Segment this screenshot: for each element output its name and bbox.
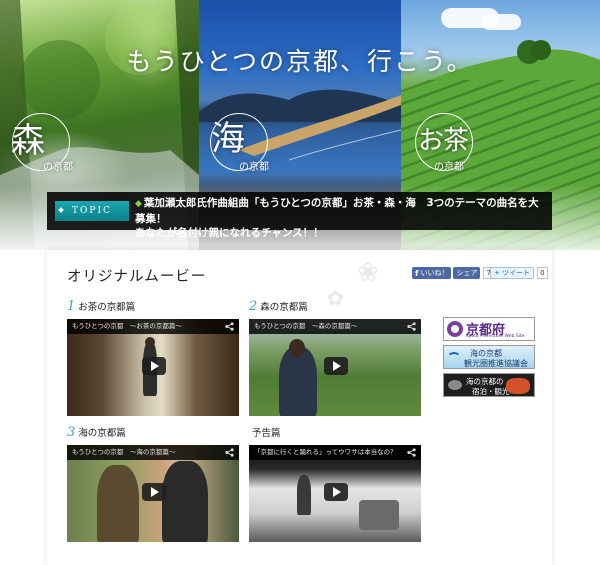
fish-icon — [448, 380, 462, 390]
share-icon[interactable] — [407, 448, 416, 457]
facebook-share-button[interactable]: シェア — [453, 267, 481, 279]
tweet-count: 0 — [537, 267, 548, 279]
video-player-trailer[interactable]: 「京都に行くと踊れる」ってウワサは本当なの？ — [249, 445, 421, 542]
video-heading: 1 お茶の京都篇 — [67, 300, 239, 314]
video-player-tea[interactable]: もうひとつの京都 ～お茶の京都篇～ — [67, 319, 239, 416]
video-number: 2 — [249, 299, 258, 314]
play-icon[interactable] — [324, 357, 348, 375]
share-icon[interactable] — [407, 322, 416, 331]
video-title-bar[interactable]: もうひとつの京都 ～お茶の京都篇～ — [67, 319, 239, 334]
twitter-widget: ✦ ツイート 0 — [490, 267, 548, 279]
video-player-forest[interactable]: もうひとつの京都 ～森の京都篇～ — [249, 319, 421, 416]
video-title-bar[interactable]: もうひとつの京都 ～海の京都篇～ — [67, 445, 239, 460]
floral-ornament-icon: ❀ — [357, 258, 379, 288]
tourism-line-2: 観光圏推進協議会 — [464, 359, 528, 368]
sea-tourism-banner[interactable]: 海の京都 観光圏推進協議会 — [443, 345, 535, 369]
video-heading-label: お茶の京都篇 — [78, 302, 136, 313]
kyoto-prefecture-banner[interactable]: 京都府 Kyoto Prefecture Web Site — [443, 317, 535, 341]
video-number: 1 — [67, 299, 76, 314]
video-title[interactable]: 「京都に行くと踊れる」ってウワサは本当なの？ — [254, 445, 404, 460]
crab-icon — [506, 378, 530, 394]
share-icon[interactable] — [225, 322, 234, 331]
video-heading-label: 予告篇 — [252, 428, 281, 439]
video-card-forest: 2 森の京都篇 もうひとつの京都 ～森の京都篇～ — [249, 300, 421, 416]
hero-banner: もうひとつの京都、行こう。 森 の京都 海 の京都 お茶 の京都 TOPIC ◆… — [0, 0, 600, 250]
video-player-sea[interactable]: もうひとつの京都 ～海の京都篇～ — [67, 445, 239, 542]
tea-theme-subtitle: の京都 — [434, 162, 464, 173]
video-heading-label: 海の京都篇 — [78, 428, 126, 439]
video-heading: 3 海の京都篇 — [67, 426, 239, 440]
play-icon[interactable] — [142, 357, 166, 375]
video-card-trailer: 予告篇 「京都に行くと踊れる」ってウワサは本当なの？ — [249, 426, 421, 542]
sea-lodging-banner[interactable]: 海の京都の 宿泊・観光 — [443, 373, 535, 397]
video-title[interactable]: もうひとつの京都 ～海の京都篇～ — [72, 445, 222, 460]
kyoto-prefecture-sub: Kyoto Prefecture Web Site — [466, 334, 525, 339]
tea-theme-title: お茶 — [418, 126, 469, 156]
section-title: オリジナルムービー — [67, 269, 207, 285]
lodging-line-2: 宿泊・観光 — [472, 387, 510, 396]
tweet-label: ツイート — [502, 269, 531, 277]
kyoto-prefecture-logo-icon — [447, 321, 463, 337]
share-icon[interactable] — [225, 448, 234, 457]
topic-line-1: 葉加瀬太郎氏作曲組曲「もうひとつの京都」お茶・森・海 3つのテーマの曲名を大募集… — [135, 197, 539, 225]
video-title-bar[interactable]: 「京都に行くと踊れる」ってウワサは本当なの？ — [249, 445, 421, 460]
movie-section: ❀ ✿ オリジナルムービー fいいね！ シェア 796 ✦ ツイート 0 1お茶… — [47, 250, 552, 565]
tea-theme-link[interactable]: お茶 の京都 — [415, 113, 473, 173]
facebook-like-button[interactable]: f いいね！ — [412, 267, 452, 279]
sea-theme-link[interactable]: 海 の京都 — [210, 113, 269, 173]
sea-theme-subtitle: の京都 — [239, 162, 269, 173]
facebook-like-label: いいね！ — [420, 269, 449, 277]
wave-icon — [447, 352, 461, 364]
video-title-bar[interactable]: もうひとつの京都 ～森の京都篇～ — [249, 319, 421, 334]
video-heading: 2 森の京都篇 — [249, 300, 421, 314]
video-card-tea: 1 お茶の京都篇 もうひとつの京都 ～お茶の京都篇～ — [67, 300, 239, 416]
tweet-button[interactable]: ✦ ツイート — [490, 267, 535, 279]
video-title[interactable]: もうひとつの京都 ～森の京都篇～ — [254, 319, 404, 334]
video-heading: 予告篇 — [249, 426, 421, 440]
video-number: 3 — [67, 425, 76, 440]
hero-tagline: もうひとつの京都、行こう。 — [126, 47, 474, 76]
topic-label: TOPIC — [55, 201, 129, 221]
diamond-icon: ◆ — [135, 199, 142, 209]
play-icon[interactable] — [324, 483, 348, 501]
facebook-icon: f — [415, 268, 419, 278]
topic-text[interactable]: ◆ 葉加瀬太郎氏作曲組曲「もうひとつの京都」お茶・森・海 3つのテーマの曲名を大募… — [135, 196, 545, 241]
twitter-bird-icon: ✦ — [494, 269, 500, 277]
forest-theme-title: 森 — [11, 121, 45, 161]
sea-theme-title: 海 — [211, 119, 245, 159]
video-heading-label: 森の京都篇 — [260, 302, 308, 313]
topic-line-2: あなたが名付け親になれるチャンス！！ — [135, 227, 324, 239]
topic-bar[interactable]: TOPIC ◆ 葉加瀬太郎氏作曲組曲「もうひとつの京都」お茶・森・海 3つのテーマ… — [47, 192, 552, 239]
play-icon[interactable] — [142, 483, 166, 501]
forest-theme-link[interactable]: 森 の京都 — [11, 113, 73, 173]
forest-theme-subtitle: の京都 — [43, 162, 73, 173]
video-title[interactable]: もうひとつの京都 ～お茶の京都篇～ — [72, 319, 222, 334]
video-card-sea: 3 海の京都篇 もうひとつの京都 ～海の京都篇～ — [67, 426, 239, 542]
